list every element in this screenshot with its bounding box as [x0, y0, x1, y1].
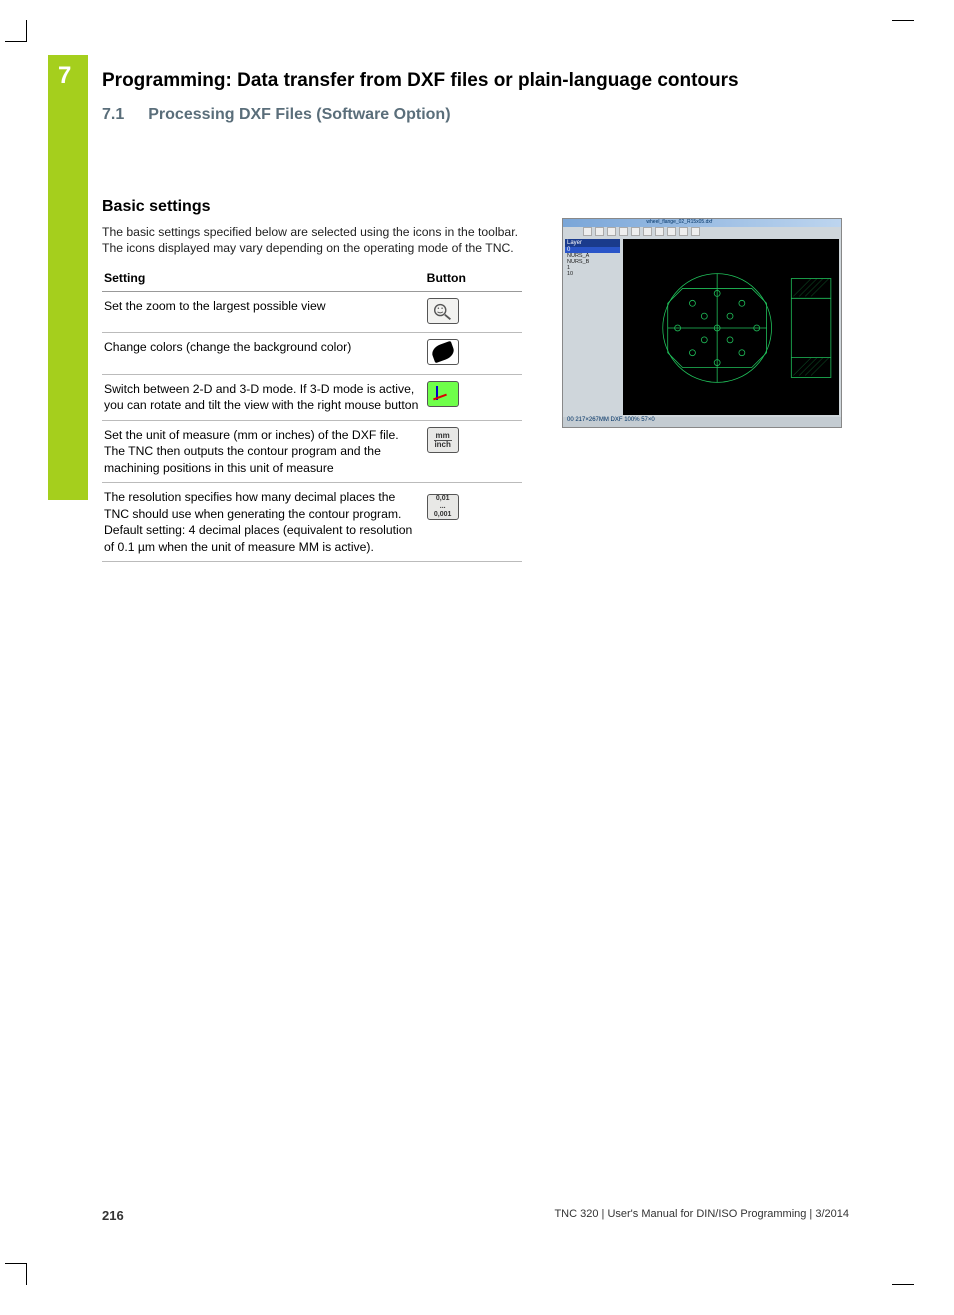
section-heading: 7.1 Processing DXF Files (Software Optio…: [102, 106, 451, 124]
section-number: 7.1: [102, 106, 124, 124]
page-number: 216: [102, 1208, 124, 1223]
unit-inch-label: inch: [432, 441, 452, 449]
table-row: Set the zoom to the largest possible vie…: [102, 291, 522, 332]
table-row: Switch between 2-D and 3-D mode. If 3-D …: [102, 374, 522, 420]
col-header-setting: Setting: [102, 267, 425, 292]
res-label-1: 0,01: [436, 495, 450, 503]
layer-panel: Layer 0 NURS_A NURS_B 1 10: [565, 239, 620, 277]
dxf-viewer-screenshot: wheel_flange_02_R15x05.dxf Layer 0 NURS_…: [562, 218, 842, 428]
section-title: Processing DXF Files (Software Option): [148, 106, 450, 124]
toolbar-icon: [679, 227, 688, 236]
crop-mark: [892, 1284, 914, 1285]
cad-viewport: [623, 239, 839, 415]
layer-panel-header: Layer: [565, 239, 620, 247]
window-titlebar: wheel_flange_02_R15x05.dxf: [563, 219, 841, 227]
toolbar-icon: [667, 227, 676, 236]
page-footer: 216 TNC 320 | User's Manual for DIN/ISO …: [102, 1208, 849, 1223]
chapter-side-tab: [48, 55, 88, 500]
toolbar-icon: [595, 227, 604, 236]
setting-desc: Set the zoom to the largest possible vie…: [102, 291, 425, 332]
setting-desc: Change colors (change the background col…: [102, 332, 425, 374]
setting-desc: Switch between 2-D and 3-D mode. If 3-D …: [102, 374, 425, 420]
layer-item: 10: [565, 271, 620, 277]
table-row: Change colors (change the background col…: [102, 332, 522, 374]
setting-desc: Set the unit of measure (mm or inches) o…: [102, 420, 425, 482]
toolbar-icon: [607, 227, 616, 236]
toolbar-icon: [619, 227, 628, 236]
crop-mark: [5, 20, 27, 42]
toolbar-icon: [691, 227, 700, 236]
footer-doc-info: TNC 320 | User's Manual for DIN/ISO Prog…: [554, 1208, 849, 1223]
change-colors-icon: [427, 339, 459, 365]
crop-mark: [5, 1263, 27, 1285]
table-row: The resolution specifies how many decima…: [102, 483, 522, 562]
table-row: Set the unit of measure (mm or inches) o…: [102, 420, 522, 482]
status-bar: 00 217×267MM DXF 100% 57×0: [563, 417, 841, 427]
chapter-title: Programming: Data transfer from DXF file…: [102, 70, 739, 92]
setting-desc: The resolution specifies how many decima…: [102, 483, 425, 562]
toolbar-icon: [583, 227, 592, 236]
basic-settings-heading: Basic settings: [102, 198, 522, 216]
basic-settings-intro: The basic settings specified below are s…: [102, 224, 522, 257]
toolbar-icon: [643, 227, 652, 236]
res-label-3: 0,001: [434, 511, 452, 519]
toolbar-icon: [655, 227, 664, 236]
chapter-number: 7: [58, 62, 71, 90]
toolbar-icon: [631, 227, 640, 236]
resolution-icon: 0,01 ... 0,001: [427, 494, 459, 520]
crop-mark: [892, 20, 914, 21]
unit-of-measure-icon: mm inch: [427, 427, 459, 453]
settings-table: Setting Button Set the zoom to the large…: [102, 267, 522, 562]
toggle-2d-3d-icon: [427, 381, 459, 407]
res-label-2: ...: [440, 503, 446, 511]
zoom-fit-icon: [427, 298, 459, 324]
toolbar: [583, 227, 700, 237]
col-header-button: Button: [425, 267, 522, 292]
